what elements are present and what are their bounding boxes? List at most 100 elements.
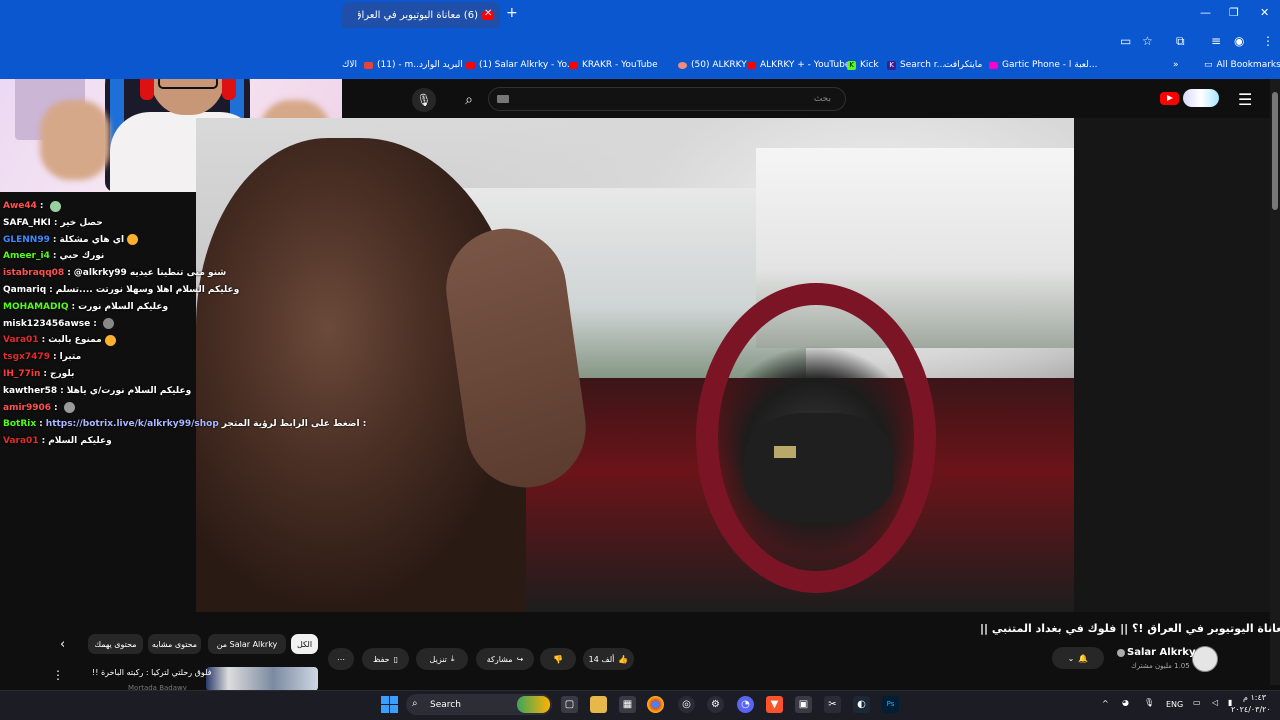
scrollbar-thumb[interactable] [1272,92,1278,210]
bookmark-folder[interactable]: الاك [342,60,357,70]
bookmark-gartic[interactable]: Gartic Phone - لعبة ا... [989,60,1097,70]
bookmark-minecraft[interactable]: مايتكرافت [944,60,982,70]
clock-time[interactable]: ١:٤٣ م [1243,693,1266,702]
chat-username[interactable]: istabraqq08 [3,268,64,278]
chip-related[interactable]: محتوى مشابه [148,634,201,654]
bookmark-label: Gartic Phone - لعبة ا... [1002,60,1098,70]
channel-avatar[interactable] [1192,646,1218,672]
chat-separator: : [49,285,53,295]
bookmark-salar-youtube[interactable]: (1) Salar Alkrky - Yo... [466,60,575,70]
bookmark-search[interactable]: K Search r... [887,60,945,70]
recommendation-title[interactable]: فلوق رحلتي لتركيا : ركبته الباخرة !! [92,668,212,677]
share-button[interactable]: مشاركة ↪ [476,648,534,670]
settings-icon[interactable]: ⚙ [707,696,724,713]
network-icon[interactable]: ▭ [1193,698,1201,707]
browser-tab-active[interactable]: (6) معاناة اليوتيوبر في العراق !؟ ✕ [342,2,500,28]
chat-username[interactable]: amir9906 [3,403,51,413]
file-explorer-icon[interactable] [590,696,607,713]
channel-name[interactable]: Salar Alkrky [1127,647,1195,658]
start-button[interactable] [381,696,398,713]
more-actions-button[interactable]: ⋯ [328,648,354,670]
discord-icon[interactable]: ◔ [737,696,754,713]
chat-emote-icon [63,402,75,414]
chrome-icon[interactable] [647,696,664,713]
photoshop-icon[interactable]: Ps [882,696,899,713]
chip-from-channel[interactable]: من Salar Alkrky [208,634,286,654]
more-icon[interactable]: ⋮ [1262,34,1274,48]
download-button[interactable]: تنزيل ⤓ [416,648,468,670]
language-indicator[interactable]: ENG [1166,700,1183,709]
voice-search-button[interactable]: 🎙 [412,88,436,112]
chip-for-you[interactable]: محتوى يهمك [88,634,143,654]
chat-username[interactable]: SAFA_HKI [3,218,51,228]
steam-icon[interactable]: ◐ [853,696,870,713]
dislike-button[interactable]: 👎 [540,648,576,670]
youtube-logo-icon[interactable] [1160,92,1179,105]
tray-overflow-icon[interactable]: ^ [1102,699,1109,708]
chat-separator: : [41,436,46,447]
widgets-icon[interactable] [517,696,550,713]
cast-icon[interactable]: ▭ [1120,34,1131,48]
search-button[interactable]: ⌕ [456,88,482,112]
menu-icon[interactable]: ☰ [1238,90,1252,109]
youtube-doodle[interactable] [1183,89,1219,107]
media-icon[interactable]: ≡ [1211,34,1221,48]
chips-scroll-left-button[interactable]: ‹ [60,637,65,652]
bookmark-alkrky-youtube[interactable]: ALKRKY + - YouTube [747,60,850,70]
chat-username[interactable]: Vara01 [3,335,39,345]
bookmarks-overflow-button[interactable]: » [1173,60,1179,70]
bookmark-inbox[interactable]: البريد الوارد [419,60,463,70]
obs-icon[interactable]: ◎ [678,696,695,713]
chat-username[interactable]: MOHAMADIQ [3,302,69,312]
subscribe-bell-button[interactable]: ⌄ 🔔 [1052,647,1104,669]
browser-tabbar [0,0,1280,28]
chat-username[interactable]: GLENN99 [3,235,50,245]
tray-app-icon[interactable]: ◕ [1122,698,1129,707]
profile-icon[interactable]: ◉ [1234,34,1244,48]
clock-date[interactable]: ٢٠٢٤/٠٣/٢٠ [1231,705,1271,714]
chat-link[interactable]: https://botrix.live/k/alkrky99/shop [46,419,219,429]
chat-username[interactable]: tsgx7479 [3,352,50,362]
keyboard-icon[interactable] [497,95,509,103]
task-view-icon[interactable]: ▢ [561,696,578,713]
chat-username[interactable]: BotRix [3,419,36,429]
chat-username[interactable]: Awe44 [3,201,37,211]
chat-username[interactable]: Vara01 [3,436,39,446]
minimize-button[interactable]: — [1200,6,1211,19]
chat-text: وعليكم السلام نورت [78,301,169,312]
like-button[interactable]: 14 ألف 👍 [583,648,634,670]
recommendation-thumbnail[interactable] [206,667,318,691]
chat-username[interactable]: Qamariq [3,285,46,295]
bookmark-krakr-youtube[interactable]: KRAKR - YouTube [569,60,658,70]
maximize-button[interactable]: ❐ [1229,6,1239,19]
extensions-icon[interactable]: ⧉ [1176,34,1185,49]
bookmark-gmail[interactable]: (11) - m... [364,60,422,70]
bookmark-alkrky-chat[interactable]: (50) ALKRKY [678,60,747,70]
all-bookmarks-button[interactable]: ▭ All Bookmarks [1204,60,1280,70]
video-player[interactable] [196,118,1270,612]
chip-all[interactable]: الكل [291,634,318,654]
search-icon: ⌕ [412,698,418,709]
chat-username[interactable]: kawther58 [3,386,57,396]
image-viewer-icon[interactable]: ▣ [795,696,812,713]
brave-icon[interactable]: ▼ [766,696,783,713]
chat-message: istabraqq08: @alkrky99 شنو متى تنطينا عيد… [3,265,226,281]
microphone-icon[interactable]: 🎙 [1144,698,1154,707]
save-button[interactable]: حفظ ▯ [362,648,409,670]
star-icon[interactable]: ☆ [1142,34,1153,48]
chat-username[interactable]: Ameer_i4 [3,251,50,261]
chat-username[interactable]: IH_77in [3,369,40,379]
bookmark-kick[interactable]: K Kick [847,60,879,70]
store-icon[interactable]: ▦ [619,696,636,713]
chat-username[interactable]: misk123456awse [3,319,90,329]
bookmark-label: الاك [342,60,358,70]
new-tab-button[interactable]: + [506,5,518,21]
search-input[interactable]: بحث [488,87,846,111]
capcut-icon[interactable]: ✂ [824,696,841,713]
volume-icon[interactable]: ◁ [1212,698,1218,707]
chat-separator: : [52,234,57,245]
bell-icon: 🔔 [1078,653,1089,663]
recommendation-menu-icon[interactable]: ⋮ [52,668,64,682]
tab-close-icon[interactable]: ✕ [484,8,492,19]
close-window-button[interactable]: ✕ [1260,6,1269,19]
